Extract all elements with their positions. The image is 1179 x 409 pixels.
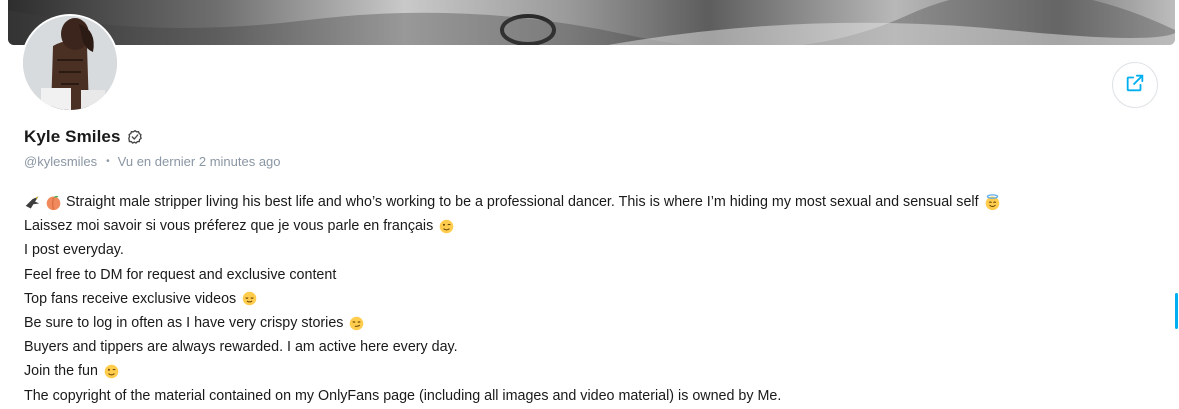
bio-line: Feel free to DM for request and exclusiv… xyxy=(24,263,1001,287)
bio-line: I post everyday. xyxy=(24,238,1001,262)
bio-line: Top fans receive exclusive videos xyxy=(24,287,1001,311)
profile-name-row: Kyle Smiles xyxy=(24,127,143,147)
cover-image xyxy=(8,0,1175,45)
profile-handle[interactable]: @kylesmiles xyxy=(24,154,97,169)
bio-text: Feel free to DM for request and exclusiv… xyxy=(24,266,337,283)
share-button[interactable] xyxy=(1112,62,1158,108)
profile-name: Kyle Smiles xyxy=(24,127,121,146)
bio-text: Buyers and tippers are always rewarded. … xyxy=(24,339,458,356)
smirking-face-emoji xyxy=(348,315,365,332)
profile-meta: @kylesmiles • Vu en dernier 2 minutes ag… xyxy=(24,154,281,169)
verified-icon xyxy=(127,129,143,145)
avatar[interactable] xyxy=(23,16,117,110)
winking-face-emoji xyxy=(438,218,455,235)
bio-text: Laissez moi savoir si vous préferez que … xyxy=(24,218,434,235)
winking-face-emoji xyxy=(103,363,120,380)
scroll-indicator[interactable] xyxy=(1175,293,1178,329)
smiling-face-with-halo-emoji xyxy=(984,193,1001,211)
avatar-frame xyxy=(21,14,119,112)
bio-line: Laissez moi savoir si vous préferez que … xyxy=(24,214,1001,238)
bio-text: Straight male stripper living his best l… xyxy=(66,194,979,210)
share-icon xyxy=(1124,72,1146,99)
bio-text: Be sure to log in often as I have very c… xyxy=(24,315,344,332)
eagle-emoji xyxy=(24,194,41,211)
profile-bio: Straight male stripper living his best l… xyxy=(24,190,1001,408)
bio-line: Join the fun xyxy=(24,359,1001,383)
bio-text: Top fans receive exclusive videos xyxy=(24,290,237,307)
bio-line: The copyright of the material contained … xyxy=(24,384,1001,408)
bio-line: Be sure to log in often as I have very c… xyxy=(24,311,1001,335)
relieved-face-emoji xyxy=(241,290,258,307)
peach-emoji xyxy=(45,194,62,211)
bio-text: Join the fun xyxy=(24,363,98,380)
bio-text: I post everyday. xyxy=(24,242,124,259)
bio-line: Buyers and tippers are always rewarded. … xyxy=(24,335,1001,359)
bio-line: Straight male stripper living his best l… xyxy=(24,190,1001,214)
meta-separator: • xyxy=(106,156,110,167)
bio-text: The copyright of the material contained … xyxy=(24,387,782,404)
last-seen: Vu en dernier 2 minutes ago xyxy=(117,154,281,169)
